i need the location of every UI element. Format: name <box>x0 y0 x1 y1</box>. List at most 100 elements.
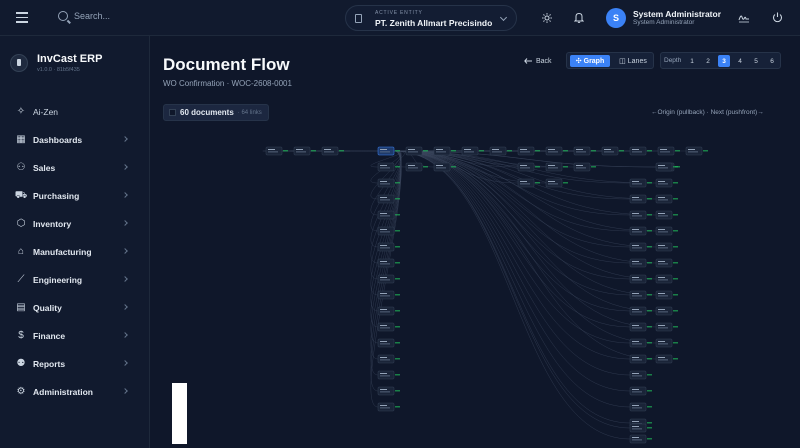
document-node[interactable] <box>655 210 678 220</box>
document-flow-graph[interactable] <box>163 128 783 446</box>
depth-option-4[interactable]: 4 <box>734 55 746 67</box>
avatar[interactable]: S <box>606 8 626 28</box>
document-node[interactable] <box>629 242 652 252</box>
document-node-box <box>573 162 591 172</box>
document-node[interactable] <box>629 226 652 236</box>
document-node[interactable] <box>629 274 652 284</box>
document-node[interactable] <box>377 146 400 156</box>
document-node[interactable] <box>405 162 428 172</box>
document-node[interactable] <box>655 322 678 332</box>
document-node[interactable] <box>655 178 678 188</box>
status-dot <box>619 150 624 152</box>
document-node[interactable] <box>657 146 680 156</box>
sidebar-item-engineering[interactable]: ⟋ Engineering <box>0 266 150 294</box>
document-node[interactable] <box>655 194 678 204</box>
document-node[interactable] <box>629 354 652 364</box>
document-node[interactable] <box>377 226 400 236</box>
depth-option-2[interactable]: 2 <box>702 55 714 67</box>
document-node[interactable] <box>377 242 400 252</box>
sidebar-item-ai-zen[interactable]: ✧ Ai-Zen <box>0 98 150 126</box>
document-node[interactable] <box>377 338 400 348</box>
document-node[interactable] <box>377 402 400 412</box>
arrow-left-icon <box>524 58 532 64</box>
document-node[interactable] <box>629 370 652 380</box>
document-node[interactable] <box>377 178 400 188</box>
depth-option-3[interactable]: 3 <box>718 55 730 67</box>
document-node[interactable] <box>377 290 400 300</box>
document-node[interactable] <box>629 338 652 348</box>
sun-icon[interactable] <box>542 13 552 23</box>
sidebar-item-reports[interactable]: ⚉ Reports <box>0 350 150 378</box>
document-node[interactable] <box>377 370 400 380</box>
document-node[interactable] <box>655 162 678 172</box>
sidebar-item-inventory[interactable]: ⬡ Inventory <box>0 210 150 238</box>
document-node[interactable] <box>517 178 540 188</box>
document-node[interactable] <box>629 306 652 316</box>
document-node[interactable] <box>655 306 678 316</box>
document-node[interactable] <box>629 434 652 444</box>
depth-option-6[interactable]: 6 <box>766 55 778 67</box>
menu-icon[interactable] <box>16 12 28 23</box>
sidebar-item-finance[interactable]: $ Finance <box>0 322 150 350</box>
document-node[interactable] <box>489 146 512 156</box>
document-node[interactable] <box>655 290 678 300</box>
document-node[interactable] <box>377 386 400 396</box>
document-node[interactable] <box>545 146 568 156</box>
search-input[interactable] <box>74 11 194 21</box>
document-node[interactable] <box>601 146 624 156</box>
document-node[interactable] <box>655 242 678 252</box>
document-count-badge[interactable]: 60 documents · 64 links <box>163 104 269 121</box>
document-node[interactable] <box>545 178 568 188</box>
document-node[interactable] <box>629 290 652 300</box>
back-button[interactable]: Back <box>524 55 552 67</box>
document-node[interactable] <box>573 146 596 156</box>
document-node-box <box>655 322 673 332</box>
sidebar-item-administration[interactable]: ⚙ Administration <box>0 378 150 406</box>
sidebar-item-manufacturing[interactable]: ⌂ Manufacturing <box>0 238 150 266</box>
document-node[interactable] <box>629 210 652 220</box>
document-node[interactable] <box>629 402 652 412</box>
document-node[interactable] <box>377 322 400 332</box>
sidebar-item-dashboards[interactable]: ▦ Dashboards <box>0 126 150 154</box>
document-node[interactable] <box>293 146 316 156</box>
document-node[interactable] <box>655 274 678 284</box>
document-node[interactable] <box>629 386 652 396</box>
document-node[interactable] <box>377 306 400 316</box>
document-node[interactable] <box>685 146 708 156</box>
depth-option-1[interactable]: 1 <box>686 55 698 67</box>
view-graph-button[interactable]: ✣ Graph <box>570 55 610 67</box>
document-node-box <box>377 210 395 220</box>
document-node[interactable] <box>655 338 678 348</box>
document-node[interactable] <box>629 146 652 156</box>
document-node[interactable] <box>629 258 652 268</box>
signature-icon[interactable] <box>738 13 750 23</box>
power-icon[interactable] <box>772 12 783 23</box>
depth-option-5[interactable]: 5 <box>750 55 762 67</box>
bell-icon[interactable] <box>574 12 584 23</box>
document-node[interactable] <box>545 162 568 172</box>
document-node[interactable] <box>655 226 678 236</box>
sidebar-item-purchasing[interactable]: ⛟ Purchasing <box>0 182 150 210</box>
document-node[interactable] <box>377 354 400 364</box>
document-node[interactable] <box>377 162 400 172</box>
document-node[interactable] <box>377 274 400 284</box>
select-checkbox[interactable] <box>169 109 176 116</box>
document-node[interactable] <box>629 423 652 433</box>
view-lanes-button[interactable]: ◫ Lanes <box>615 55 651 67</box>
document-node[interactable] <box>461 146 484 156</box>
document-node[interactable] <box>655 354 678 364</box>
document-node[interactable] <box>629 322 652 332</box>
sidebar-item-sales[interactable]: ⚇ Sales <box>0 154 150 182</box>
document-node[interactable] <box>629 194 652 204</box>
document-node[interactable] <box>377 258 400 268</box>
active-entity-selector[interactable]: ACTIVE ENTITY PT. Zenith Allmart Precisi… <box>345 5 517 31</box>
document-node[interactable] <box>265 146 288 156</box>
document-node[interactable] <box>655 258 678 268</box>
sidebar-item-quality[interactable]: ▤ Quality <box>0 294 150 322</box>
document-node[interactable] <box>517 146 540 156</box>
document-node[interactable] <box>573 162 596 172</box>
document-node[interactable] <box>321 146 344 156</box>
document-node[interactable] <box>629 178 652 188</box>
status-dot <box>703 150 708 152</box>
search-box[interactable] <box>58 11 194 21</box>
